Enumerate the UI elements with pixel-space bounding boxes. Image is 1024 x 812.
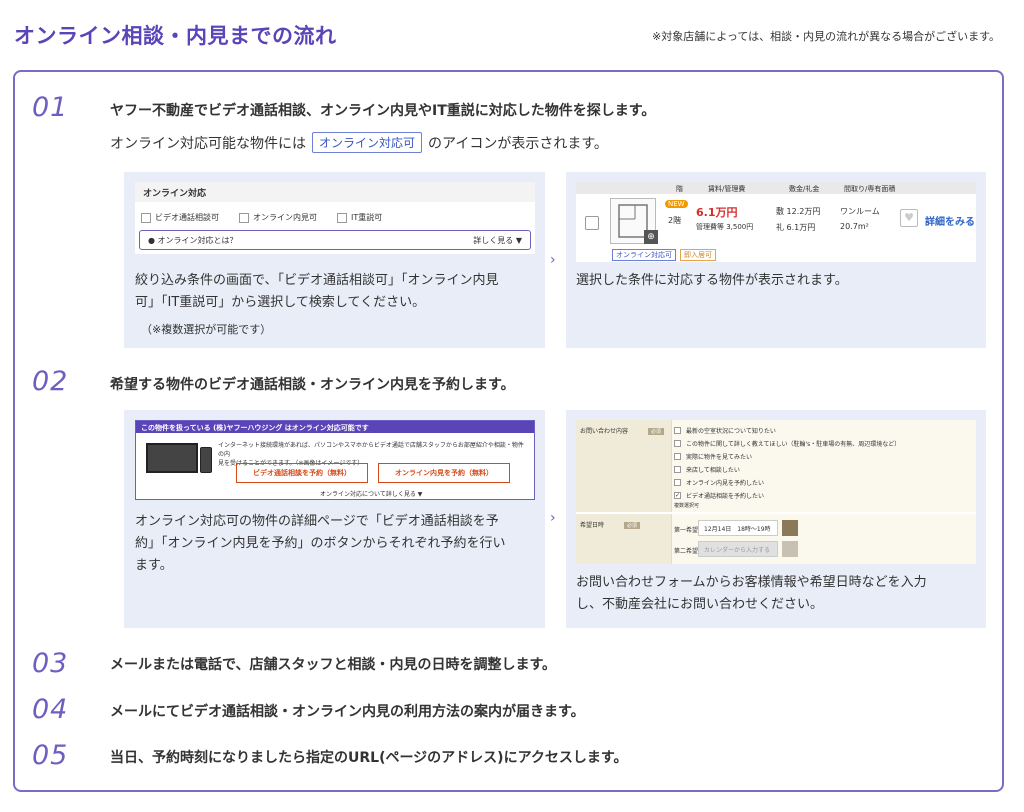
date-label: 希望日時 必須 xyxy=(576,514,671,564)
filter-option-it: IT重説可 xyxy=(337,212,382,223)
step-number-02: 02 xyxy=(32,366,69,397)
step-text-05: 当日、予約時刻になりましたら指定のURL(ページのアドレス)にアクセスします。 xyxy=(110,750,628,766)
question-icon: ● xyxy=(148,236,155,245)
online-badge: オンライン対応可 xyxy=(312,132,423,153)
checkbox-icon xyxy=(674,440,681,447)
listing-price: 6.1万円 xyxy=(696,206,738,219)
filter-what-row: ● オンライン対応とは？ 詳しく見る ▼ xyxy=(139,230,531,250)
first-choice-field: 12月14日 18時〜19時 xyxy=(698,520,778,536)
heart-icon: ♥ xyxy=(900,209,918,227)
step-text-01: ヤフー不動産でビデオ通話相談、オンライン内見やIT重説に対応した物件を探します。 xyxy=(110,103,656,119)
step1-left-desc: 絞り込み条件の画面で、「ビデオ通話相談可」「オンライン内見 可」「IT重説可」か… xyxy=(135,273,499,310)
checkbox-icon xyxy=(674,479,681,486)
reserve-video-button: ビデオ通話相談を予約（無料） xyxy=(236,463,368,483)
tag-online: オンライン対応可 xyxy=(612,249,676,261)
inquiry-check: 最新の空室状況について知りたい xyxy=(674,426,776,435)
filter-screenshot: オンライン対応 ビデオ通話相談可 オンライン内見可 IT重説可 ● オンライン対… xyxy=(135,182,535,254)
step-text-02: 希望する物件のビデオ通話相談・オンライン内見を予約します。 xyxy=(110,377,515,393)
checkbox-icon xyxy=(239,212,249,223)
step1-sub-before: オンライン対応可能な物件には xyxy=(110,136,306,152)
listing-layout: ワンルーム xyxy=(840,207,880,216)
listing-fee: 管理費等 3,500円 xyxy=(696,223,754,231)
checkbox-icon xyxy=(585,216,599,230)
reserve-online-button: オンライン内見を予約（無料） xyxy=(378,463,510,483)
first-choice-label: 第一希望 xyxy=(674,527,699,534)
listing-key-money: 礼 6.1万円 xyxy=(776,223,816,232)
listing-floor: 2階 xyxy=(668,216,682,225)
multi-select-note: （※複数選択が可能です） xyxy=(141,323,272,336)
step1-right-desc: 選択した条件に対応する物件が表示されます。 xyxy=(576,273,848,288)
inquiry-check-selected: ✓ ビデオ通話相談を予約したい xyxy=(674,492,765,500)
listing-header: 階 賃料/管理費 敷金/礼金 間取り/専有面積 xyxy=(576,182,976,194)
step-number-03: 03 xyxy=(32,648,69,679)
tag-move-in: 即入居可 xyxy=(680,249,716,261)
checkbox-icon xyxy=(674,427,681,434)
multi-select-hint: 複数選択可 xyxy=(674,503,700,509)
detail-page-screenshot: この物件を扱っている (株)ヤフーハウジング はオンライン対応可能です インター… xyxy=(135,420,535,500)
step-number-01: 01 xyxy=(32,92,69,123)
filter-option-video: ビデオ通話相談可 xyxy=(141,212,219,223)
step-number-05: 05 xyxy=(32,740,69,771)
step-text-04: メールにてビデオ通話相談・オンライン内見の利用方法の案内が届きます。 xyxy=(110,704,585,720)
inquiry-label: お問い合わせ内容 必須 xyxy=(576,420,671,512)
inquiry-check: 来店して相談したい xyxy=(674,465,740,474)
step1-sub-after: のアイコンが表示されます。 xyxy=(428,136,608,152)
filter-heading: オンライン対応 xyxy=(135,182,535,202)
inquiry-form-screenshot: お問い合わせ内容 必須 最新の空室状況について知りたい この物件に関して詳しく教え… xyxy=(576,420,976,564)
second-choice-label: 第二希望 xyxy=(674,548,699,555)
inquiry-check: オンライン内見を予約したい xyxy=(674,478,764,487)
step1-subtext: オンライン対応可能な物件には オンライン対応可 のアイコンが表示されます。 xyxy=(110,132,608,153)
detail-banner: この物件を扱っている (株)ヤフーハウジング はオンライン対応可能です xyxy=(136,421,534,433)
checkmark-icon: ✓ xyxy=(674,492,681,499)
page-note: ※対象店舗によっては、相談・内見の流れが異なる場合がございます。 xyxy=(651,30,1000,43)
chevron-right-icon: › xyxy=(550,510,556,526)
calendar-icon xyxy=(782,520,798,536)
new-badge: NEW xyxy=(665,200,688,208)
calendar-icon xyxy=(782,541,798,557)
checkbox-icon xyxy=(674,466,681,473)
detail-link: 詳細をみる xyxy=(925,217,975,228)
step2-left-desc: オンライン対応可の物件の詳細ページで「ビデオ通話相談を予 約」「オンライン内見を… xyxy=(135,514,506,573)
inquiry-check: 実際に物件を見てみたい xyxy=(674,452,752,461)
listing-screenshot: 階 賃料/管理費 敷金/礼金 間取り/専有面積 ⊕ NEW 2階 6.1万円 管… xyxy=(576,182,976,262)
checkbox-icon xyxy=(337,212,347,223)
phone-image xyxy=(200,447,212,473)
inquiry-check: この物件に関して詳しく教えてほしい（駐輪's・駐車場の有無、周辺環境など） xyxy=(674,439,900,448)
laptop-image xyxy=(146,443,198,473)
checkbox-icon xyxy=(141,212,151,223)
detail-more-link: オンライン対応について詳しく見る ▼ xyxy=(320,491,423,498)
step-text-03: メールまたは電話で、店舗スタッフと相談・内見の日時を調整します。 xyxy=(110,657,557,673)
checkbox-icon xyxy=(674,453,681,460)
chevron-right-icon: › xyxy=(550,252,556,268)
zoom-icon: ⊕ xyxy=(644,230,658,244)
listing-deposit: 敷 12.2万円 xyxy=(776,207,821,216)
second-choice-field: カレンダーから入力する xyxy=(698,541,778,557)
listing-area: 20.7m² xyxy=(840,222,869,231)
step2-right-desc: お問い合わせフォームからお客様情報や希望日時などを入力 し、不動産会社にお問い合… xyxy=(576,575,927,612)
filter-option-online: オンライン内見可 xyxy=(239,212,317,223)
page-title: オンライン相談・内見までの流れ xyxy=(14,24,337,48)
step-number-04: 04 xyxy=(32,694,69,725)
